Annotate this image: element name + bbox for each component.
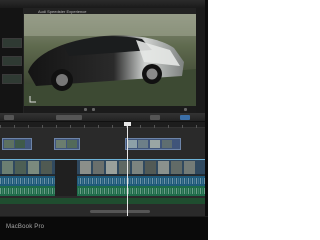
clip-thumbnail[interactable] — [15, 161, 26, 174]
clip-thumbnail[interactable] — [106, 161, 117, 174]
clip-thumbnail[interactable] — [184, 161, 195, 174]
play-icon[interactable] — [84, 108, 87, 111]
viewer-controls[interactable] — [24, 106, 196, 113]
playhead[interactable] — [127, 122, 128, 216]
viewer-frame — [24, 14, 196, 106]
laptop-screen: Audi Speedster Experience — [0, 0, 205, 216]
clip-thumbnail[interactable] — [132, 161, 143, 174]
snapping-button[interactable] — [150, 115, 160, 120]
clip-appearance-button[interactable] — [180, 115, 190, 120]
timeline-scrollbar[interactable] — [90, 210, 150, 213]
music-waveform[interactable] — [0, 186, 205, 196]
laptop-bezel: MacBook Pro — [0, 216, 208, 240]
clip-thumbnail[interactable] — [93, 161, 104, 174]
stop-icon[interactable] — [92, 108, 95, 111]
laptop: Audi Speedster Experience MacBook Pro — [0, 0, 208, 240]
clip-thumbnail[interactable] — [158, 161, 169, 174]
timeline[interactable] — [0, 122, 205, 216]
viewer-title: Audi Speedster Experience — [38, 9, 87, 14]
clip-thumbnail[interactable] — [145, 161, 156, 174]
clip-thumbnail[interactable] — [2, 161, 13, 174]
timeline-ruler[interactable] — [0, 122, 205, 128]
clip-thumbnail[interactable] — [119, 161, 130, 174]
browser-thumbnail[interactable] — [2, 38, 22, 48]
connected-clip[interactable] — [125, 138, 181, 150]
connected-clip[interactable] — [54, 138, 80, 150]
toolbar-buttons[interactable] — [160, 2, 200, 15]
primary-storyline[interactable] — [0, 159, 205, 175]
browser-thumbnail[interactable] — [2, 56, 22, 66]
clip-thumbnail[interactable] — [41, 161, 52, 174]
clip-thumbnail[interactable] — [171, 161, 182, 174]
app-toolbar — [0, 0, 205, 15]
event-browser[interactable] — [0, 8, 24, 113]
timeline-name — [56, 115, 82, 120]
fullscreen-icon[interactable] — [184, 108, 187, 111]
clip-thumbnail[interactable] — [28, 161, 39, 174]
music-lane[interactable] — [0, 198, 205, 204]
clip-thumbnail[interactable] — [80, 161, 91, 174]
brand-label: MacBook Pro — [6, 224, 45, 230]
timeline-back-button[interactable] — [4, 115, 14, 120]
connected-clip[interactable] — [2, 138, 32, 150]
gap-clip[interactable] — [55, 160, 77, 196]
audio-waveform[interactable] — [0, 176, 205, 186]
video-viewer[interactable]: Audi Speedster Experience — [24, 8, 196, 106]
timeline-toolbar — [0, 113, 205, 122]
browser-thumbnail[interactable] — [2, 74, 22, 84]
inspector-strip — [196, 8, 205, 113]
